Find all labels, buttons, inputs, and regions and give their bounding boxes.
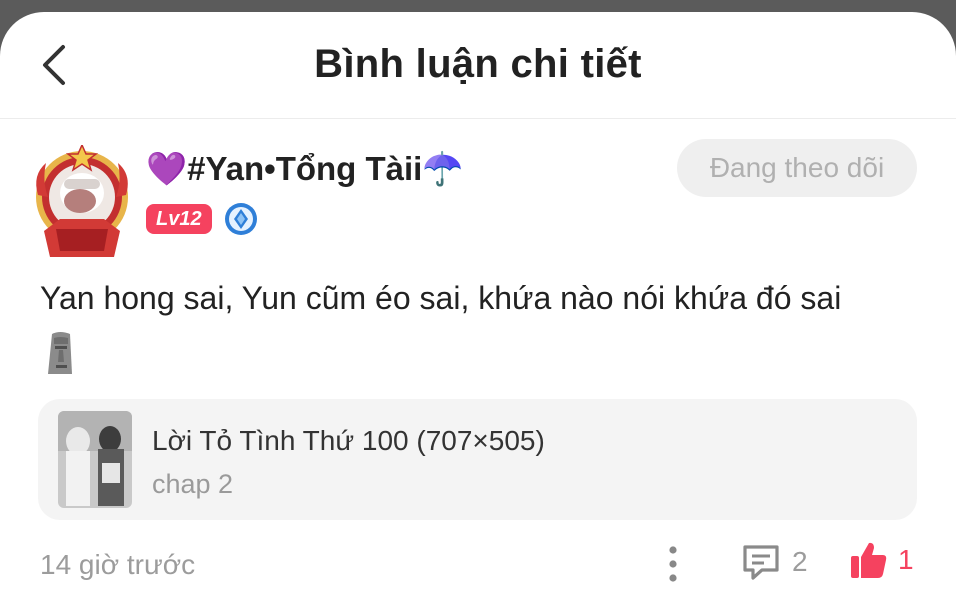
comment-timestamp: 14 giờ trước bbox=[40, 549, 196, 580]
avatar[interactable] bbox=[30, 143, 134, 263]
username[interactable]: 💜#Yan•Tổng Tàii☂️ bbox=[146, 150, 463, 189]
manga-title: Lời Tỏ Tình Thứ 100 (707×505) bbox=[152, 425, 545, 456]
like-button[interactable]: 1 bbox=[850, 540, 914, 580]
reply-count: 2 bbox=[792, 546, 808, 577]
manga-link-card[interactable]: Lời Tỏ Tình Thứ 100 (707×505) chap 2 bbox=[38, 399, 917, 520]
reply-button[interactable]: 2 bbox=[740, 542, 808, 582]
comment-text: Yan hong sai, Yun cũm éo sai, khứa nào n… bbox=[40, 280, 842, 316]
comment-detail-sheet: Bình luận chi tiết 💜#Yan•Tổng Tàii☂️ Lv1… bbox=[0, 12, 956, 612]
user-badges: Lv12 bbox=[146, 202, 258, 236]
manga-thumbnail bbox=[58, 411, 132, 508]
level-badge: Lv12 bbox=[146, 204, 212, 234]
moai-emoji-icon bbox=[44, 330, 76, 378]
header: Bình luận chi tiết bbox=[0, 12, 956, 119]
page-title: Bình luận chi tiết bbox=[314, 42, 642, 86]
more-vertical-icon bbox=[669, 546, 677, 582]
thumbs-up-icon bbox=[851, 542, 887, 578]
more-options-button[interactable] bbox=[662, 544, 684, 584]
diamond-rank-icon bbox=[224, 203, 257, 235]
manga-chapter: chap 2 bbox=[152, 469, 234, 499]
like-count: 1 bbox=[898, 544, 914, 575]
comment-icon bbox=[743, 545, 779, 580]
follow-button[interactable]: Đang theo dõi bbox=[677, 139, 917, 197]
